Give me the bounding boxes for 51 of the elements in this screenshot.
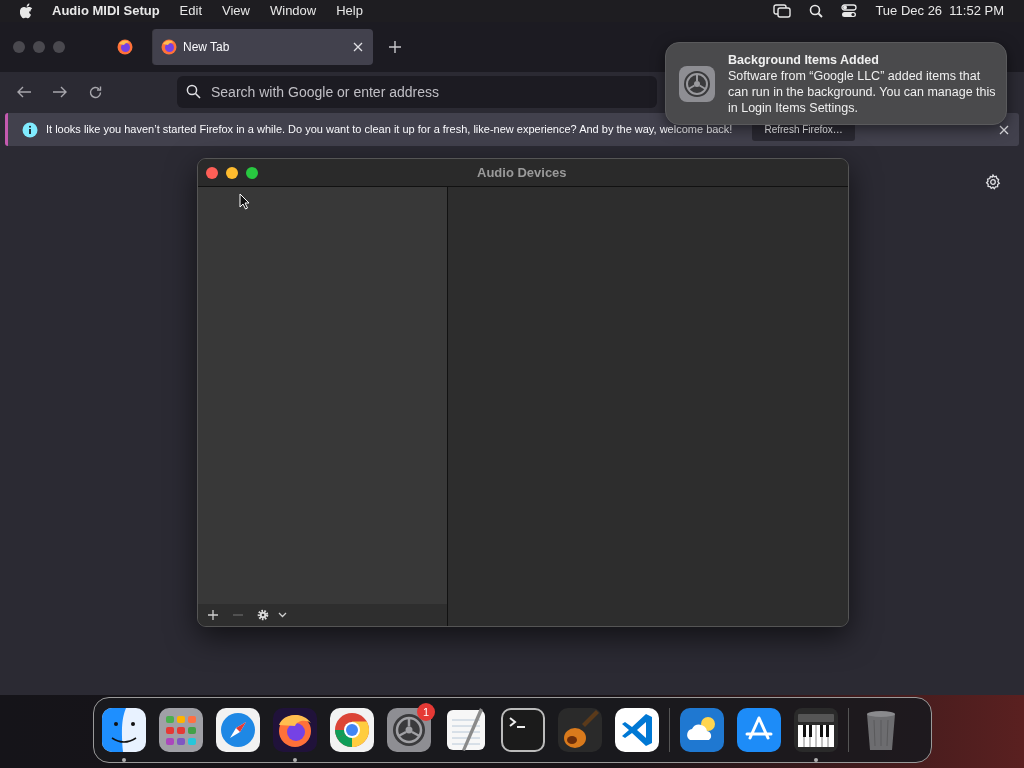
zoom-window-button[interactable] bbox=[246, 166, 258, 179]
firefox-icon[interactable] bbox=[273, 708, 317, 752]
new-tab-icon[interactable] bbox=[388, 40, 402, 54]
firefox-icon bbox=[161, 39, 177, 55]
close-window-button[interactable] bbox=[206, 166, 218, 179]
menu-bar-clock[interactable]: Tue Dec 26 11:52 PM bbox=[875, 1, 1004, 21]
menu-item[interactable]: Help bbox=[336, 1, 363, 21]
apple-icon[interactable] bbox=[20, 3, 34, 19]
menu-item[interactable]: Window bbox=[269, 1, 317, 21]
control-center-icon[interactable] bbox=[841, 4, 858, 18]
app-store-icon[interactable] bbox=[737, 708, 781, 752]
finder-icon[interactable] bbox=[102, 708, 146, 752]
browser-tab[interactable]: New Tab bbox=[152, 29, 373, 65]
compass-icon[interactable] bbox=[216, 708, 260, 752]
search-icon[interactable] bbox=[809, 4, 824, 18]
menu-item[interactable]: View bbox=[222, 1, 250, 21]
weather-icon[interactable] bbox=[680, 708, 724, 752]
notification-banner[interactable]: Background Items Added Software from “Google LLC” added items that can run in the background. You can manage this in Login Items Settings. bbox=[665, 42, 1007, 125]
minimize-window-button[interactable] bbox=[226, 166, 238, 179]
notification-body: Software from “Google LLC” added items that can run in the background. You can manage this in Login Items Settings. bbox=[728, 67, 996, 116]
guitar-icon[interactable] bbox=[558, 708, 602, 752]
notification-badge: 1 bbox=[417, 703, 435, 721]
close-icon[interactable] bbox=[999, 124, 1009, 135]
firefox-icon bbox=[117, 39, 133, 55]
chevron-down-icon[interactable] bbox=[278, 612, 287, 618]
gear-icon bbox=[678, 64, 716, 103]
code-editor-icon[interactable] bbox=[615, 708, 659, 752]
chrome-icon[interactable] bbox=[330, 708, 374, 752]
info-message: It looks like you haven’t started Firefox in a while. Do you want to clean it up for a fresh, like-new experience? And by the way, welcome back! bbox=[46, 122, 733, 138]
search-icon bbox=[186, 84, 201, 99]
close-icon[interactable] bbox=[353, 42, 363, 52]
notification-title: Background Items Added bbox=[728, 51, 880, 68]
app-menu[interactable]: Audio MIDI Setup bbox=[52, 1, 160, 21]
settings-icon[interactable] bbox=[985, 174, 1001, 190]
address-bar[interactable]: Search with Google or enter address bbox=[177, 76, 657, 108]
forward-icon[interactable] bbox=[52, 85, 68, 99]
window-title: Audio Devices bbox=[477, 163, 567, 182]
piano-icon[interactable] bbox=[794, 708, 838, 752]
add-icon[interactable] bbox=[207, 609, 219, 621]
reload-icon[interactable] bbox=[88, 84, 103, 100]
gear-icon[interactable] bbox=[257, 609, 269, 621]
cursor-icon bbox=[239, 193, 250, 210]
menu-item[interactable]: Edit bbox=[179, 1, 202, 21]
info-icon bbox=[22, 121, 38, 138]
gear-icon[interactable] bbox=[387, 708, 431, 752]
tab-title: New Tab bbox=[183, 39, 230, 56]
notepad-icon[interactable] bbox=[444, 708, 488, 752]
terminal-icon[interactable] bbox=[501, 708, 545, 752]
back-icon[interactable] bbox=[16, 85, 32, 99]
windows-icon[interactable] bbox=[773, 4, 792, 18]
launchpad-icon[interactable] bbox=[159, 708, 203, 752]
